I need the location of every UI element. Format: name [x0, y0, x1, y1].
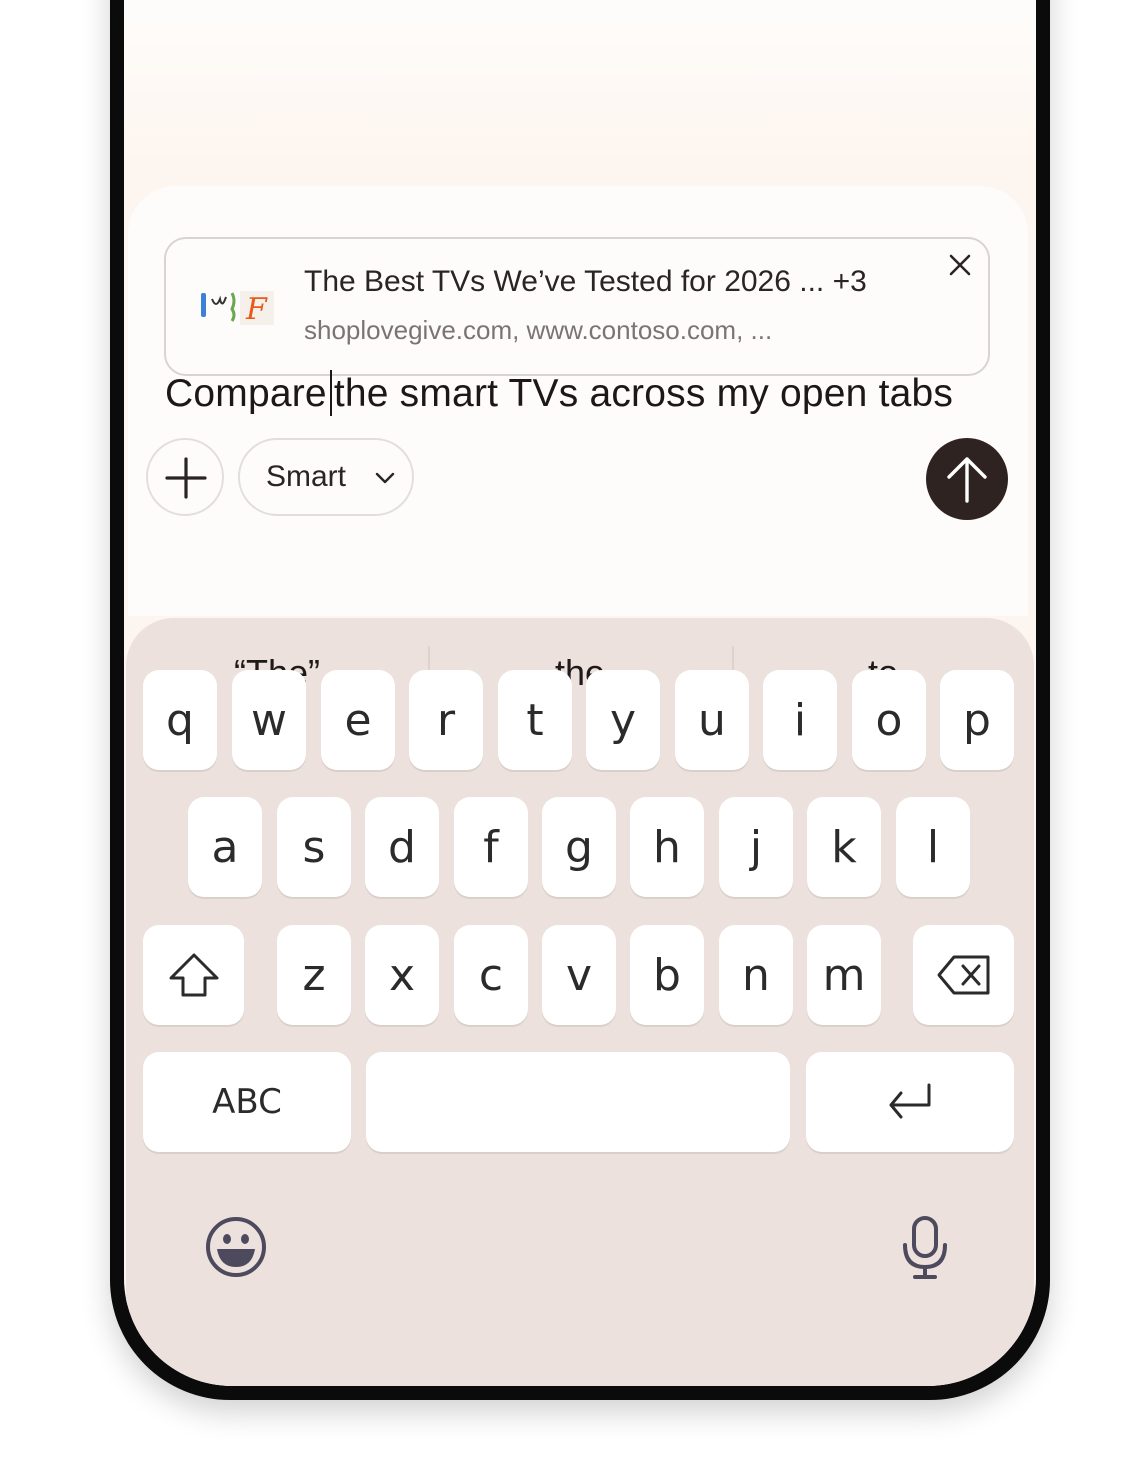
key-f[interactable]: f: [454, 797, 528, 897]
key-a[interactable]: a: [188, 797, 262, 897]
smiley-emoji-icon[interactable]: [204, 1215, 268, 1279]
attached-tabs-card[interactable]: F The Best TVs We’ve Tested for 2026 ...…: [164, 237, 990, 376]
mode-label: Smart: [266, 460, 347, 493]
text-caret: [329, 370, 332, 416]
key-t[interactable]: t: [498, 670, 572, 770]
key-b[interactable]: b: [630, 925, 704, 1025]
attached-tabs-sites: shoplovegive.com, www.contoso.com, ...: [304, 315, 773, 345]
key-c[interactable]: c: [454, 925, 528, 1025]
key-i[interactable]: i: [763, 670, 837, 770]
key-d[interactable]: d: [365, 797, 439, 897]
close-icon[interactable]: [946, 251, 974, 279]
onscreen-keyboard: “The” the to q w e r t y u i o p a s d f…: [126, 618, 1034, 1386]
key-j[interactable]: j: [719, 797, 793, 897]
key-k[interactable]: k: [807, 797, 881, 897]
send-button[interactable]: [926, 438, 1008, 520]
enter-return-icon: [889, 1083, 931, 1119]
key-n[interactable]: n: [719, 925, 793, 1025]
key-g[interactable]: g: [542, 797, 616, 897]
key-u[interactable]: u: [675, 670, 749, 770]
microphone-icon[interactable]: [900, 1215, 950, 1281]
key-z[interactable]: z: [277, 925, 351, 1025]
key-v[interactable]: v: [542, 925, 616, 1025]
key-q[interactable]: q: [143, 670, 217, 770]
key-x[interactable]: x: [365, 925, 439, 1025]
tab-favicons-icon: F: [201, 291, 274, 327]
prompt-text-after-caret: the smart TVs across my open tabs: [333, 372, 954, 415]
shift-arrow-icon: [169, 953, 218, 997]
key-o[interactable]: o: [852, 670, 926, 770]
key-m[interactable]: m: [807, 925, 881, 1025]
enter-key[interactable]: [806, 1052, 1014, 1152]
arrow-up-icon: [947, 457, 987, 503]
prompt-text-before-caret: Compare: [165, 372, 327, 415]
svg-text:F: F: [245, 292, 268, 327]
phone-screen: F The Best TVs We’ve Tested for 2026 ...…: [124, 0, 1036, 1386]
key-y[interactable]: y: [586, 670, 660, 770]
key-p[interactable]: p: [940, 670, 1014, 770]
backspace-icon: [937, 955, 989, 995]
key-e[interactable]: e: [321, 670, 395, 770]
prompt-input[interactable]: Compare the smart TVs across my open tabs: [165, 370, 953, 416]
key-w[interactable]: w: [232, 670, 306, 770]
key-l[interactable]: l: [896, 797, 970, 897]
key-r[interactable]: r: [409, 670, 483, 770]
shift-key[interactable]: [143, 925, 244, 1025]
chevron-down-icon: [375, 472, 395, 484]
key-h[interactable]: h: [630, 797, 704, 897]
mode-selector-button[interactable]: Smart: [238, 438, 414, 516]
space-key[interactable]: [366, 1052, 790, 1152]
backspace-key[interactable]: [913, 925, 1014, 1025]
key-s[interactable]: s: [277, 797, 351, 897]
chat-composer: F The Best TVs We’ve Tested for 2026 ...…: [128, 186, 1028, 616]
abc-key[interactable]: ABC: [143, 1052, 351, 1152]
add-attachment-button[interactable]: [146, 438, 224, 516]
attached-tabs-title: The Best TVs We’ve Tested for 2026 ... +…: [304, 265, 867, 298]
plus-icon: [165, 457, 207, 499]
